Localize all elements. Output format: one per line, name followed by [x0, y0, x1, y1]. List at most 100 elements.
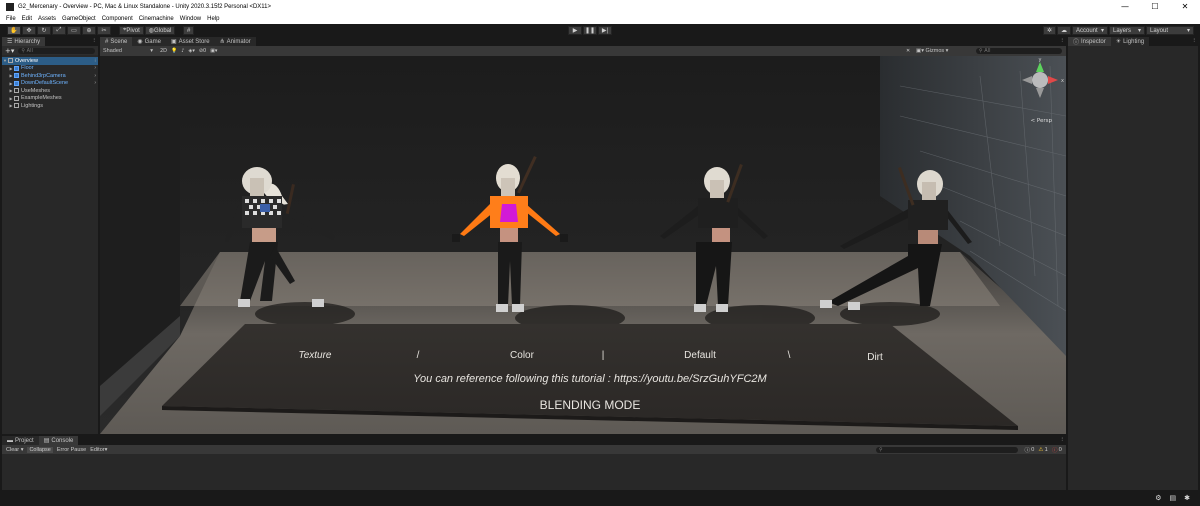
- window-title: G2_Mercenary - Overview - PC, Mac & Linu…: [18, 4, 272, 10]
- hierarchy-item-examplemeshes[interactable]: ▶ ExampleMeshes: [2, 95, 98, 103]
- more-icon[interactable]: ⁝: [94, 58, 96, 64]
- global-button[interactable]: ◍ Global: [144, 26, 176, 35]
- label-separator-1: /: [417, 350, 420, 361]
- tab-inspector[interactable]: ⓘ Inspector: [1068, 37, 1111, 46]
- hidden-objects-icon[interactable]: ⊘0: [199, 48, 206, 54]
- menu-gameobject[interactable]: GameObject: [62, 16, 96, 22]
- hierarchy-search-input[interactable]: ⚲ All: [18, 47, 95, 54]
- tab-asset-store[interactable]: ▣ Asset Store: [165, 37, 215, 46]
- minimize-button[interactable]: —: [1110, 0, 1140, 14]
- hierarchy-item-label: Lightings: [21, 102, 44, 109]
- move-tool-icon[interactable]: ✥: [22, 26, 36, 35]
- hierarchy-item-camera[interactable]: ▶ Behind3rpCamera ›: [2, 72, 98, 80]
- custom-tool-icon[interactable]: ✂: [97, 26, 111, 35]
- inspector-panel: ⓘ Inspector ☀ Lighting ⁝: [1068, 37, 1198, 490]
- tab-scene[interactable]: # Scene: [100, 37, 133, 46]
- account-dropdown[interactable]: Account ▾: [1072, 26, 1108, 35]
- tab-hierarchy[interactable]: ☰ Hierarchy: [2, 37, 46, 46]
- hand-tool-icon[interactable]: ✋: [7, 26, 21, 35]
- warning-count-toggle[interactable]: ⚠ 1: [1039, 446, 1048, 454]
- title-bar: G2_Mercenary - Overview - PC, Mac & Linu…: [0, 0, 1200, 14]
- scene-search-input[interactable]: ⚲ All: [976, 48, 1062, 54]
- add-icon[interactable]: +▾: [5, 47, 14, 55]
- tab-scene-label: Scene: [110, 38, 128, 45]
- gizmos-label: Gizmos: [925, 48, 945, 54]
- hierarchy-item-floor[interactable]: ▶ Floor ›: [2, 65, 98, 73]
- tools-icon[interactable]: ✕: [906, 48, 910, 54]
- label-color: Color: [510, 350, 535, 361]
- menu-window[interactable]: Window: [180, 16, 201, 22]
- error-count-toggle[interactable]: ⓘ 0: [1052, 446, 1062, 454]
- tab-animator[interactable]: ⋔ Animator: [214, 37, 256, 46]
- transform-tool-icon[interactable]: ⊕: [82, 26, 96, 35]
- effects-dropdown-icon[interactable]: ◈▾: [188, 48, 194, 54]
- maximize-button[interactable]: ☐: [1140, 0, 1170, 14]
- rect-tool-icon[interactable]: ▭: [67, 26, 81, 35]
- scale-tool-icon[interactable]: ⤢: [52, 26, 66, 35]
- lighting-toggle-icon[interactable]: 💡: [171, 48, 177, 54]
- menu-help[interactable]: Help: [207, 16, 219, 22]
- search-icon: ⚲: [879, 446, 883, 453]
- collapse-button[interactable]: Collapse: [27, 446, 53, 453]
- hierarchy-item-usemeshes[interactable]: ▶ UseMeshes: [2, 87, 98, 95]
- pause-icon[interactable]: ❚❚: [583, 26, 597, 35]
- layout-dropdown[interactable]: Layout ▾: [1146, 26, 1194, 35]
- hierarchy-panel: ☰ Hierarchy ⁝ +▾ ⚲ All ▼ Overview ⁝ ▶ Flo…: [2, 37, 98, 434]
- rotate-tool-icon[interactable]: ↻: [37, 26, 51, 35]
- clear-button[interactable]: Clear ▾: [6, 447, 23, 453]
- menu-assets[interactable]: Assets: [38, 16, 56, 22]
- tab-asset-store-label: Asset Store: [178, 38, 210, 45]
- progress-icon[interactable]: ⚙: [1155, 494, 1161, 502]
- chevron-down-icon: ▾: [20, 446, 24, 453]
- more-menu-icon[interactable]: ⁝: [93, 38, 95, 44]
- scene-viewport[interactable]: Texture / Color | Default \ Dirt You can…: [100, 56, 1066, 434]
- shading-mode-dropdown[interactable]: Shaded ▾: [100, 48, 156, 54]
- hierarchy-item-downdefault[interactable]: ▶ DownDefaultScene ›: [2, 80, 98, 88]
- step-icon[interactable]: ▶|: [598, 26, 612, 35]
- tab-game[interactable]: ◉ Game: [132, 37, 166, 46]
- gizmos-dropdown[interactable]: ▣▾ Gizmos ▾: [916, 48, 948, 54]
- scene-search-placeholder: All: [984, 48, 991, 54]
- error-pause-button[interactable]: Error Pause: [57, 447, 86, 453]
- hierarchy-item-lightings[interactable]: ▶ Lightings: [2, 102, 98, 110]
- menu-file[interactable]: File: [6, 16, 16, 22]
- hierarchy-search-placeholder: All: [26, 47, 33, 54]
- chevron-right-icon[interactable]: ›: [94, 65, 96, 71]
- play-icon[interactable]: ▶: [568, 26, 582, 35]
- close-button[interactable]: ✕: [1170, 0, 1200, 14]
- more-menu-icon[interactable]: ⁝: [1061, 437, 1063, 443]
- mode-2d-button[interactable]: 2D: [160, 48, 167, 54]
- collab-icon[interactable]: ✲: [1042, 26, 1056, 35]
- cache-server-icon[interactable]: ▤: [1170, 494, 1177, 502]
- audio-toggle-icon[interactable]: ♪: [181, 48, 184, 54]
- layers-dropdown[interactable]: Layers ▾: [1109, 26, 1145, 35]
- gizmo-visibility-icon: ▣▾: [916, 48, 926, 54]
- log-count-toggle[interactable]: ⓘ 0: [1025, 446, 1035, 454]
- more-menu-icon[interactable]: ⁝: [1061, 38, 1063, 44]
- tab-project-label: Project: [15, 437, 34, 444]
- pivot-button[interactable]: ⌖ Pivot: [119, 26, 144, 35]
- gameobject-icon: [14, 95, 19, 101]
- tab-console[interactable]: ▤ Console: [38, 436, 79, 445]
- editor-dropdown[interactable]: Editor▾: [90, 447, 107, 453]
- camera-settings-icon[interactable]: ▣▾: [210, 48, 217, 54]
- console-search-input[interactable]: ⚲: [876, 446, 1018, 453]
- cloud-icon[interactable]: ☁: [1057, 26, 1071, 35]
- layers-label: Layers: [1113, 27, 1132, 34]
- perspective-label[interactable]: < Persp: [1031, 118, 1052, 124]
- menu-edit[interactable]: Edit: [22, 16, 32, 22]
- tab-project[interactable]: ▬ Project: [2, 436, 39, 445]
- menu-component[interactable]: Component: [102, 16, 133, 22]
- warning-count: 1: [1044, 446, 1048, 453]
- chevron-down-icon: ▾: [150, 48, 153, 54]
- menu-cinemachine[interactable]: Cinemachine: [139, 16, 174, 22]
- shading-label: Shaded: [103, 48, 122, 54]
- grid-snap-icon[interactable]: #: [183, 26, 195, 35]
- log-count: 0: [1031, 446, 1035, 453]
- debug-mode-icon[interactable]: ✱: [1184, 494, 1190, 502]
- hierarchy-item-overview[interactable]: ▼ Overview ⁝: [2, 57, 98, 65]
- tab-lighting[interactable]: ☀ Lighting: [1110, 37, 1150, 46]
- chevron-right-icon[interactable]: ›: [94, 73, 96, 79]
- chevron-right-icon[interactable]: ›: [94, 80, 96, 86]
- more-menu-icon[interactable]: ⁝: [1193, 38, 1195, 44]
